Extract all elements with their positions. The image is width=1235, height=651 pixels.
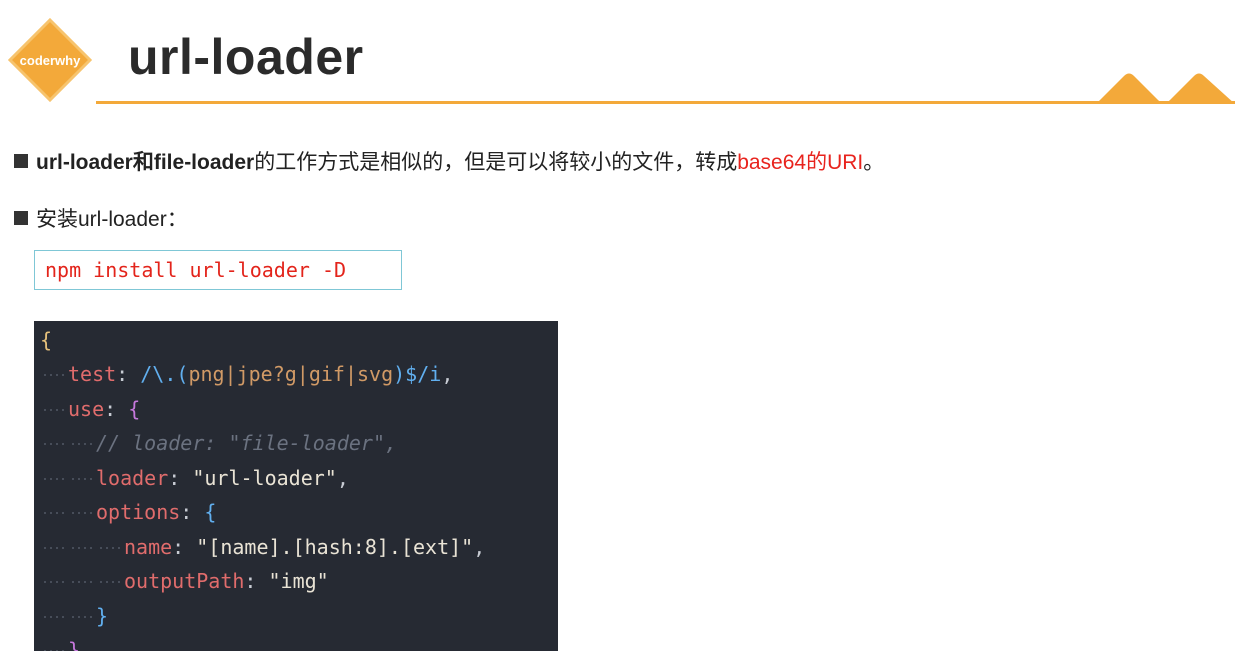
code-line-4: // loader: "file-loader",: [40, 426, 397, 461]
title-underline: [96, 101, 1235, 104]
code-line-6: options: {: [40, 495, 216, 530]
coderwhy-logo: coderwhy: [8, 18, 92, 102]
code-block: { test: /\.(png|jpe?g|gif|svg)$/i, use: …: [34, 321, 558, 651]
code-line-5: loader: "url-loader",: [40, 461, 349, 496]
bullet-period: 。: [863, 151, 885, 174]
code-line-7: name: "[name].[hash:8].[ext]",: [40, 530, 485, 565]
slide-title: url-loader: [128, 29, 364, 85]
bullet-normal-text: 的工作方式是相似的，但是可以将较小的文件，转成: [254, 151, 738, 174]
bullet-install-text: 安装url-loader：: [36, 208, 188, 231]
code-line-1: {: [40, 328, 53, 352]
code-line-9: }: [40, 599, 108, 634]
bullet-strong-text: url-loader和file-loader: [36, 151, 255, 174]
code-line-10: }: [40, 633, 80, 651]
bullet-square-icon: [14, 211, 28, 226]
bullet-square-icon: [14, 154, 28, 169]
bullet-highlight-text: base64的URI: [737, 151, 864, 174]
logo-text: coderwhy: [20, 53, 81, 68]
code-line-8: outputPath: "img": [40, 564, 329, 599]
code-line-2: test: /\.(png|jpe?g|gif|svg)$/i,: [40, 357, 453, 392]
code-line-3: use: {: [40, 392, 140, 427]
bullet-install: 安装url-loader：: [14, 203, 188, 233]
bullet-url-loader-description: url-loader和file-loader的工作方式是相似的，但是可以将较小的…: [14, 146, 884, 176]
install-command: npm install url-loader -D: [34, 250, 402, 290]
wave-decoration: [1096, 73, 1235, 104]
